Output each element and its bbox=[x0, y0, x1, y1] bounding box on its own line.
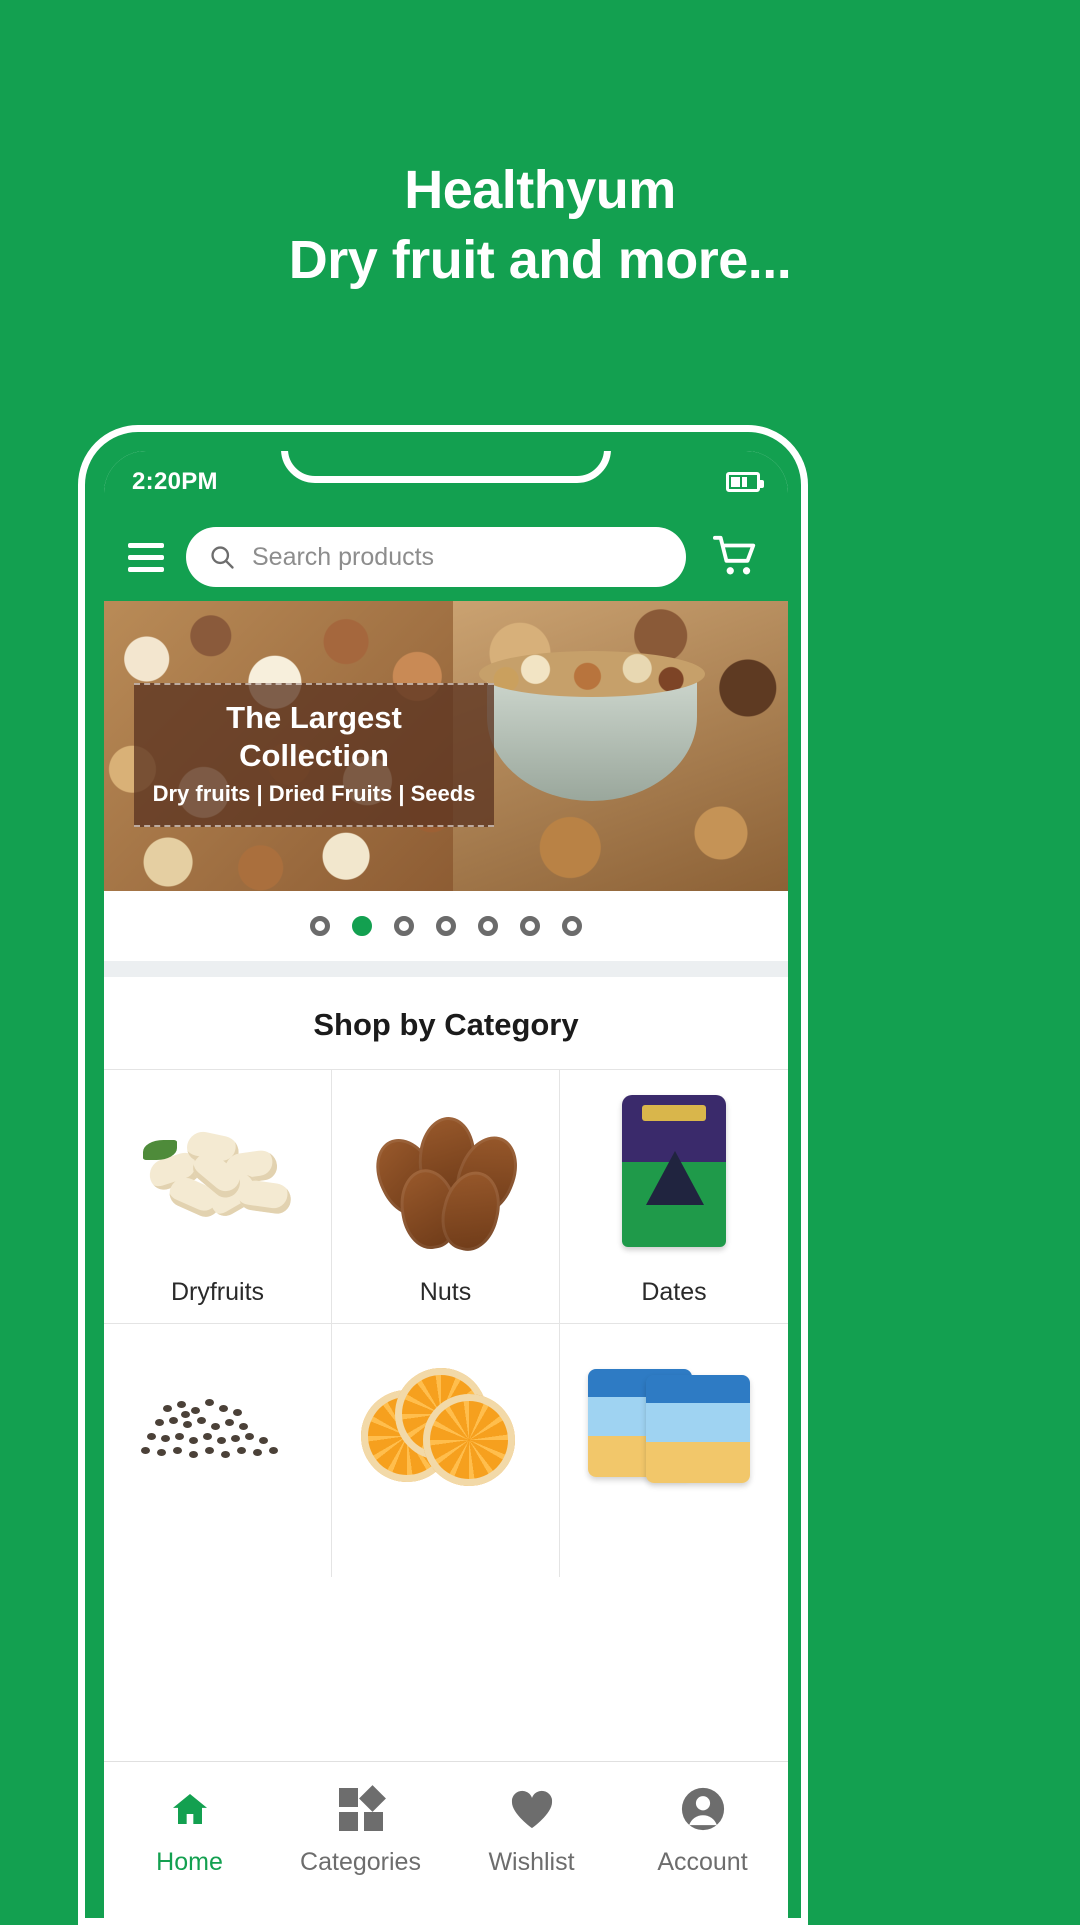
category-cell-seeds[interactable] bbox=[104, 1323, 332, 1577]
promo-heading: Healthyum Dry fruit and more... bbox=[0, 155, 1080, 295]
status-bar-time: 2:20PM bbox=[132, 468, 218, 495]
hamburger-menu-icon[interactable] bbox=[128, 542, 164, 572]
date-crown-pack-image bbox=[570, 1095, 778, 1247]
phone-mockup: 2:20PM Search products The Largest Colle… bbox=[78, 425, 808, 1925]
category-cell-kuch-kuch[interactable] bbox=[560, 1323, 788, 1577]
category-cell-dates[interactable]: Dates bbox=[560, 1069, 788, 1323]
chia-seeds-image bbox=[114, 1350, 321, 1500]
home-icon bbox=[168, 1786, 212, 1832]
nav-label: Categories bbox=[300, 1848, 421, 1876]
nav-item-categories[interactable]: Categories bbox=[275, 1785, 446, 1877]
carousel-dot[interactable] bbox=[394, 916, 414, 936]
category-cell-nuts[interactable]: Nuts bbox=[332, 1069, 560, 1323]
carousel-dot[interactable] bbox=[478, 916, 498, 936]
nav-label: Account bbox=[657, 1848, 748, 1876]
nav-label: Home bbox=[156, 1848, 223, 1876]
promo-title: Healthyum bbox=[404, 160, 676, 220]
carousel-dot[interactable] bbox=[562, 916, 582, 936]
nav-item-home[interactable]: Home bbox=[104, 1786, 275, 1877]
category-cell-dried-fruits[interactable] bbox=[332, 1323, 560, 1577]
kuch-kuch-pack-image bbox=[570, 1350, 778, 1500]
section-title: Shop by Category bbox=[313, 1007, 579, 1042]
carousel-dot[interactable] bbox=[520, 916, 540, 936]
category-grid: Dryfruits Nuts Dates bbox=[104, 1069, 788, 1577]
carousel-dot-active[interactable] bbox=[352, 916, 372, 936]
pecans-image bbox=[342, 1096, 549, 1257]
heart-icon bbox=[509, 1786, 555, 1832]
nav-item-account[interactable]: Account bbox=[617, 1786, 788, 1877]
promo-banner[interactable]: The Largest Collection Dry fruits | Drie… bbox=[104, 601, 788, 891]
search-icon bbox=[211, 546, 234, 569]
category-label: Dates bbox=[641, 1278, 707, 1306]
dried-orange-slices-image bbox=[342, 1350, 549, 1500]
bottom-navigation: Home Categories Wishlist Account bbox=[104, 1761, 788, 1918]
search-input[interactable]: Search products bbox=[186, 527, 686, 587]
nav-item-wishlist[interactable]: Wishlist bbox=[446, 1786, 617, 1877]
carousel-dot[interactable] bbox=[436, 916, 456, 936]
status-bar: 2:20PM bbox=[104, 451, 788, 513]
phone-screen: 2:20PM Search products The Largest Colle… bbox=[104, 451, 788, 1918]
category-label: Dryfruits bbox=[170, 1278, 265, 1306]
app-bar: Search products bbox=[104, 513, 788, 601]
account-icon bbox=[680, 1786, 726, 1832]
cashews-image bbox=[114, 1096, 321, 1246]
promo-subtitle: Dry fruit and more... bbox=[288, 230, 792, 290]
phone-notch bbox=[281, 451, 611, 483]
shopping-cart-icon bbox=[713, 535, 756, 575]
banner-caption: The Largest Collection Dry fruits | Drie… bbox=[134, 683, 494, 827]
nav-label: Wishlist bbox=[488, 1848, 575, 1876]
banner-title: The Largest Collection bbox=[226, 700, 402, 773]
category-label: Nuts bbox=[419, 1278, 472, 1306]
grid-icon bbox=[338, 1785, 386, 1832]
banner-subtitle: Dry fruits | Dried Fruits | Seeds bbox=[152, 781, 476, 806]
search-placeholder: Search products bbox=[252, 542, 435, 571]
cart-button[interactable] bbox=[708, 534, 764, 580]
carousel-dots bbox=[104, 891, 788, 961]
carousel-dot[interactable] bbox=[310, 916, 330, 936]
battery-icon bbox=[726, 472, 764, 492]
section-divider bbox=[104, 961, 788, 977]
category-cell-dryfruits[interactable]: Dryfruits bbox=[104, 1069, 332, 1323]
